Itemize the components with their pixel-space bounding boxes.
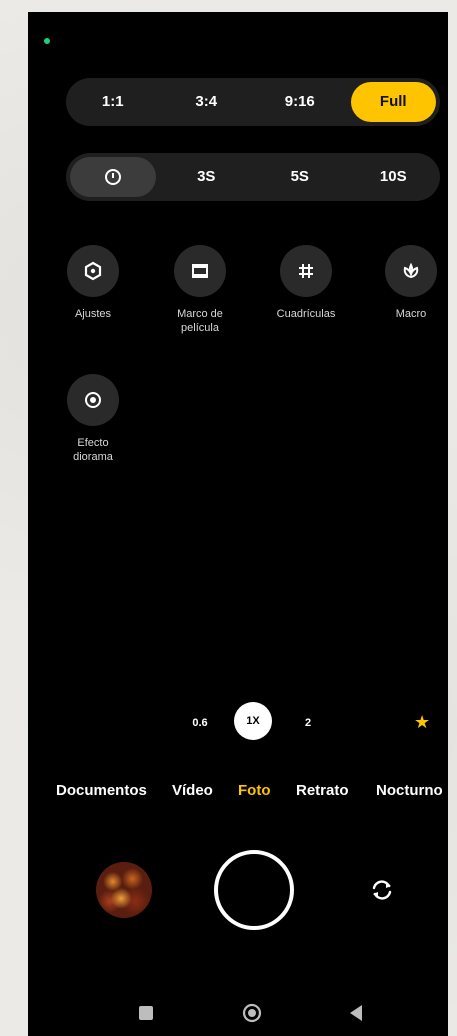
mode-night[interactable]: Nocturno — [376, 782, 443, 799]
aspect-ratio-selector: 1:1 3:4 9:16 Full — [66, 78, 440, 126]
tool-macro-label: Macro — [395, 308, 427, 320]
zoom-wide-button[interactable]: 0.6 — [183, 706, 217, 740]
shutter-button[interactable] — [214, 850, 294, 930]
zoom-selector: 0.6 1X 2 ★ — [28, 702, 448, 742]
camera-screen: 1:1 3:4 9:16 Full 3S 5S 10S Ajustes Marc… — [28, 12, 448, 1036]
camera-mode-selector: Documentos Vídeo Foto Retrato Nocturno — [28, 782, 448, 812]
mode-documents[interactable]: Documentos — [56, 782, 147, 799]
ratio-1-1-option[interactable]: 1:1 — [70, 82, 156, 122]
system-navigation-bar — [28, 1002, 448, 1036]
switch-camera-icon[interactable] — [364, 872, 400, 908]
tool-grid[interactable]: Cuadrículas — [261, 245, 351, 321]
recent-apps-icon[interactable] — [139, 1006, 153, 1020]
home-icon[interactable] — [242, 1003, 262, 1023]
ratio-9-16-option[interactable]: 9:16 — [257, 82, 343, 122]
tool-diorama-label: Efecto diorama — [73, 437, 113, 463]
tool-settings-label: Ajustes — [74, 308, 112, 320]
timer-selector: 3S 5S 10S — [66, 153, 440, 201]
tool-settings[interactable]: Ajustes — [48, 245, 138, 321]
mode-video[interactable]: Vídeo — [172, 782, 213, 799]
privacy-indicator-dot — [44, 38, 50, 44]
tool-film-frame[interactable]: Marco de película — [155, 245, 245, 335]
timer-off-option[interactable] — [70, 157, 156, 197]
ratio-3-4-option[interactable]: 3:4 — [164, 82, 250, 122]
gallery-thumbnail[interactable] — [96, 862, 152, 918]
diorama-icon — [67, 374, 119, 426]
settings-icon — [67, 245, 119, 297]
zoom-1x-button[interactable]: 1X — [234, 702, 272, 740]
grid-icon — [280, 245, 332, 297]
film-frame-icon — [174, 245, 226, 297]
tool-film-frame-label: Marco de película — [177, 308, 223, 334]
ratio-full-option[interactable]: Full — [350, 82, 436, 122]
zoom-tele-button[interactable]: 2 — [291, 706, 325, 740]
timer-3s-option[interactable]: 3S — [164, 157, 250, 197]
mode-photo[interactable]: Foto — [238, 782, 270, 799]
ai-enhance-icon[interactable]: ★ — [414, 712, 430, 733]
macro-flower-icon — [385, 245, 437, 297]
mode-portrait[interactable]: Retrato — [296, 782, 349, 799]
tool-grid-label: Cuadrículas — [276, 308, 336, 320]
timer-icon — [104, 169, 121, 186]
timer-5s-option[interactable]: 5S — [257, 157, 343, 197]
tool-diorama[interactable]: Efecto diorama — [48, 374, 138, 464]
timer-10s-option[interactable]: 10S — [351, 157, 437, 197]
tool-macro[interactable]: Macro — [366, 245, 448, 321]
back-icon[interactable] — [350, 1005, 362, 1021]
